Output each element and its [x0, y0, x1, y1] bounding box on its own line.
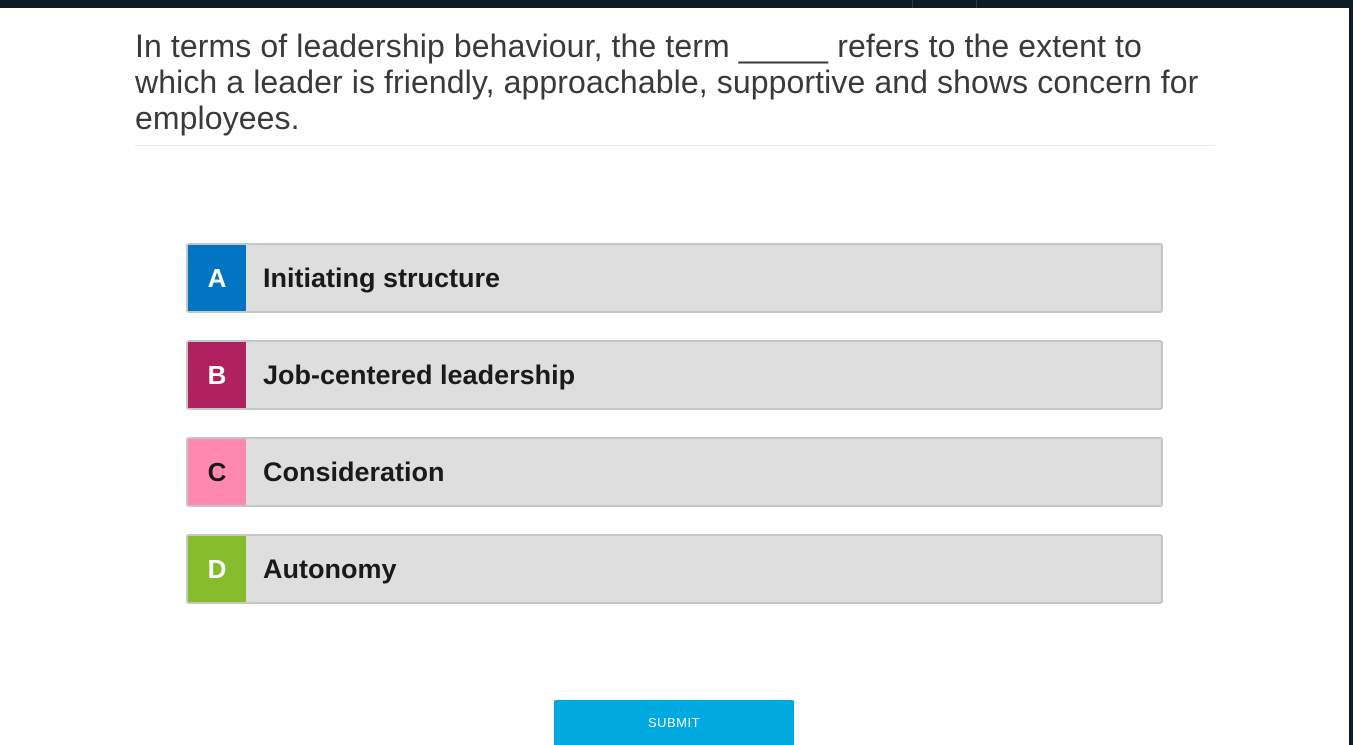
option-label: Job-centered leadership [263, 359, 576, 390]
option-c[interactable]: C Consideration [186, 437, 1163, 507]
submit-button[interactable]: SUBMIT [554, 700, 794, 745]
window-edge [1349, 0, 1353, 745]
top-bar-divider [912, 0, 913, 8]
answer-options: A Initiating structure B Job-centered le… [186, 243, 1163, 631]
option-b[interactable]: B Job-centered leadership [186, 340, 1163, 410]
option-label: Initiating structure [263, 262, 501, 293]
question-divider [135, 145, 1214, 146]
option-label: Consideration [263, 456, 445, 487]
option-a[interactable]: A Initiating structure [186, 243, 1163, 313]
top-bar [0, 0, 1353, 8]
option-letter-badge: C [188, 439, 246, 505]
question-text: In terms of leadership behaviour, the te… [135, 28, 1199, 136]
option-letter-badge: B [188, 342, 246, 408]
option-label: Autonomy [263, 553, 397, 584]
option-letter-badge: D [188, 536, 246, 602]
option-letter-badge: A [188, 245, 246, 311]
top-bar-divider [976, 0, 977, 8]
option-d[interactable]: D Autonomy [186, 534, 1163, 604]
